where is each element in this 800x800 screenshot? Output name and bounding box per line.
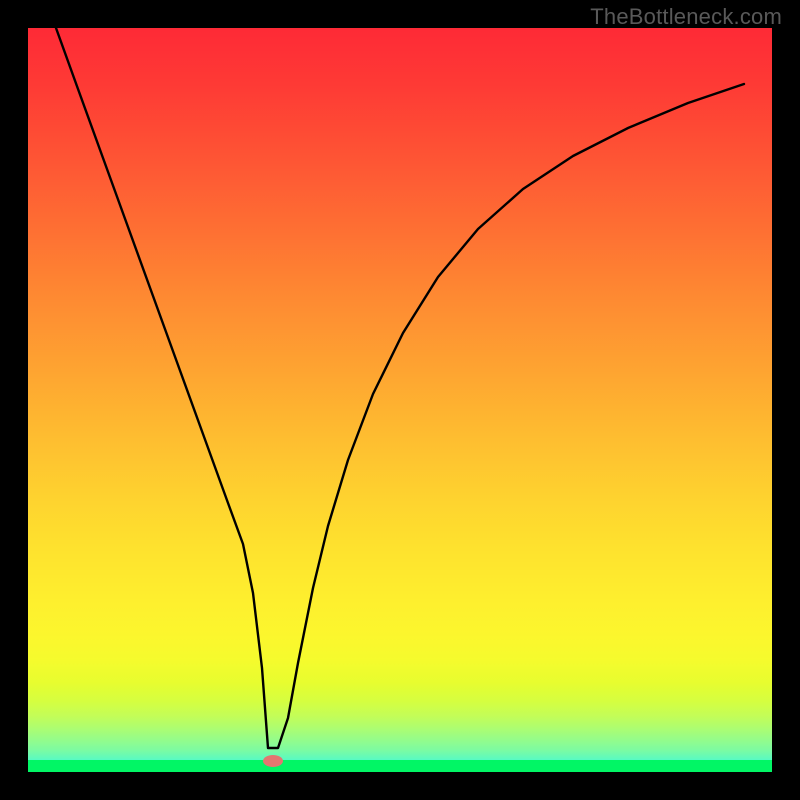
bottleneck-curve [28,28,772,772]
chart-area [28,28,772,772]
bottleneck-marker [263,755,283,767]
watermark-text: TheBottleneck.com [590,4,782,30]
